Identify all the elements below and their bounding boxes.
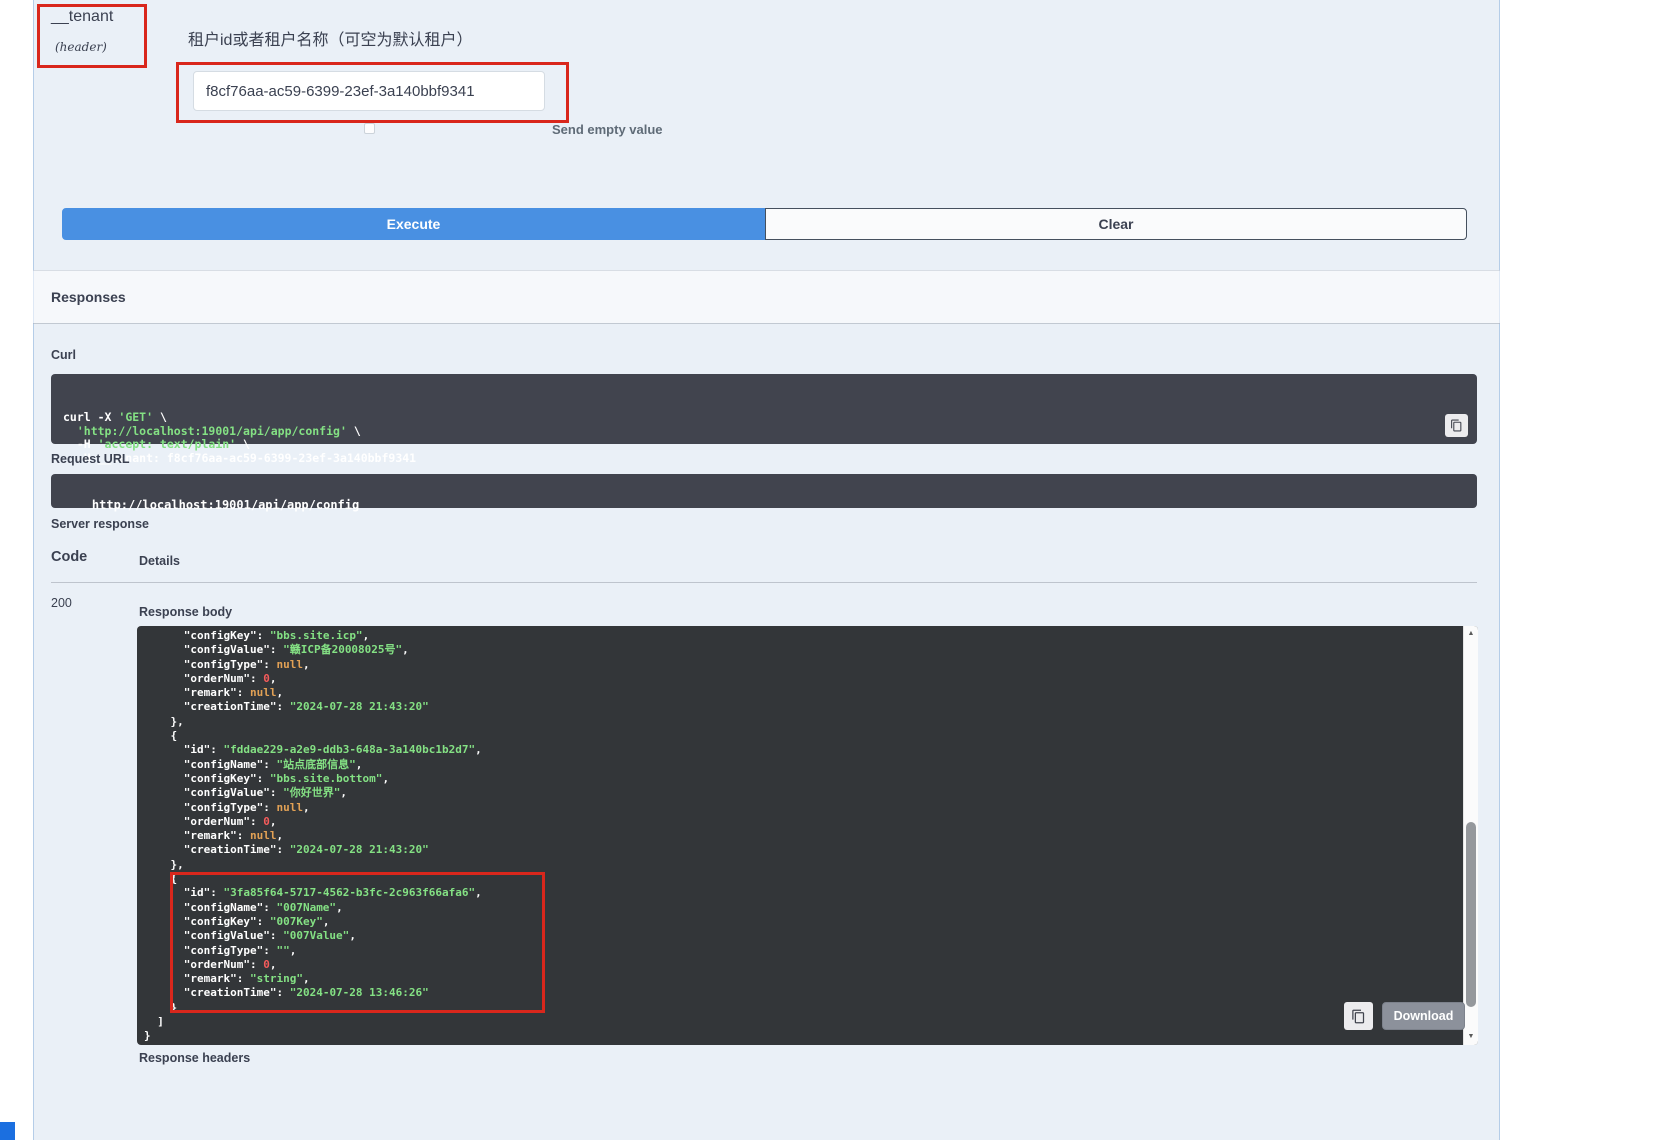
curl-copy-button[interactable] bbox=[1445, 414, 1468, 437]
response-body-scrollbar[interactable]: ▲ ▼ bbox=[1463, 626, 1478, 1045]
details-column-header: Details bbox=[139, 554, 180, 568]
table-divider bbox=[51, 582, 1477, 583]
curl-label: Curl bbox=[51, 348, 76, 362]
parameter-name: __tenant bbox=[51, 8, 113, 26]
scroll-up-icon[interactable]: ▲ bbox=[1464, 627, 1478, 641]
responses-section-header: Responses bbox=[33, 270, 1500, 324]
request-url-label: Request URL bbox=[51, 452, 129, 466]
response-body-label: Response body bbox=[139, 605, 232, 619]
curl-command: curl -X 'GET' \ 'http://localhost:19001/… bbox=[63, 411, 1465, 465]
server-response-label: Server response bbox=[51, 517, 149, 531]
download-button[interactable]: Download bbox=[1382, 1002, 1465, 1030]
response-headers-label: Response headers bbox=[139, 1051, 250, 1065]
request-url-block: http://localhost:19001/api/app/config bbox=[51, 474, 1477, 508]
parameter-description: 租户id或者租户名称（可空为默认租户） bbox=[188, 26, 472, 50]
response-copy-button[interactable] bbox=[1344, 1002, 1373, 1030]
clipboard-icon bbox=[1351, 1009, 1366, 1024]
swagger-ui-page: __tenant (header) 租户id或者租户名称（可空为默认租户） Se… bbox=[0, 0, 1667, 1140]
clipboard-icon bbox=[1450, 419, 1463, 432]
response-body-json: "configKey": "bbs.site.icp", "configValu… bbox=[144, 629, 1463, 1044]
parameter-in-location: (header) bbox=[55, 40, 107, 54]
scroll-down-icon[interactable]: ▼ bbox=[1464, 1030, 1478, 1044]
send-empty-value-checkbox[interactable] bbox=[364, 123, 375, 134]
response-body-json-area: "configKey": "bbs.site.icp", "configValu… bbox=[137, 626, 1463, 1045]
curl-command-block: curl -X 'GET' \ 'http://localhost:19001/… bbox=[51, 374, 1477, 444]
corner-artifact bbox=[0, 1122, 15, 1140]
scrollbar-thumb[interactable] bbox=[1466, 822, 1476, 1007]
clear-button[interactable]: Clear bbox=[765, 208, 1467, 240]
execute-button[interactable]: Execute bbox=[62, 208, 765, 240]
request-url-value: http://localhost:19001/api/app/config bbox=[92, 498, 359, 512]
send-empty-value-label: Send empty value bbox=[552, 122, 663, 137]
code-column-header: Code bbox=[51, 549, 87, 565]
response-body-block: "configKey": "bbs.site.icp", "configValu… bbox=[137, 626, 1478, 1045]
tenant-value-input[interactable] bbox=[193, 71, 545, 111]
status-code: 200 bbox=[51, 596, 72, 610]
